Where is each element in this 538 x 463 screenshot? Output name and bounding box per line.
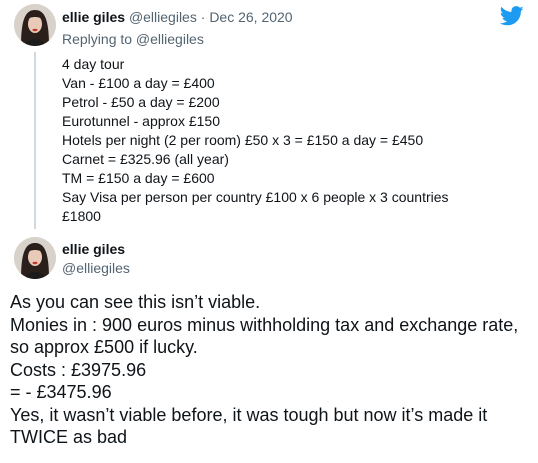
tweet-line: Costs : £3975.96 bbox=[10, 359, 147, 380]
tweet-line: Hotels per night (2 per room) £50 x 3 = … bbox=[62, 132, 424, 148]
author-name[interactable]: ellie giles bbox=[62, 9, 125, 25]
tweet-date[interactable]: Dec 26, 2020 bbox=[209, 9, 292, 25]
main-tweet-text: As you can see this isn’t viable. Monies… bbox=[10, 291, 530, 449]
thread-connector-line bbox=[34, 52, 36, 229]
author-name[interactable]: ellie giles bbox=[62, 240, 125, 258]
tweet-line: Monies in : 900 euros minus withholding … bbox=[10, 314, 519, 358]
tweet-line: As you can see this isn’t viable. bbox=[10, 292, 261, 312]
tweet-line: = - £3475.96 bbox=[10, 382, 112, 402]
tweet-line: 4 day tour bbox=[62, 56, 125, 72]
author-handle[interactable]: @elliegiles bbox=[129, 9, 197, 25]
reply-tweet-header: ellie giles @elliegiles · Dec 26, 2020 bbox=[62, 8, 293, 26]
tweet-line: Say Visa per person per country £100 x 6… bbox=[62, 189, 449, 205]
tweet-line: Eurotunnel - approx £150 bbox=[62, 113, 220, 129]
separator-dot: · bbox=[200, 9, 206, 25]
avatar[interactable] bbox=[14, 4, 56, 46]
reply-tweet-text: 4 day tour Van - £100 a day = £400 Petro… bbox=[62, 55, 502, 226]
twitter-bird-icon[interactable] bbox=[500, 6, 524, 26]
tweet-line: TM = £150 a day = £600 bbox=[62, 170, 215, 186]
tweet-line: Van - £100 a day = £400 bbox=[62, 75, 215, 91]
tweet-line: Carnet = £325.96 (all year) bbox=[62, 151, 229, 167]
tweet-line: £1800 bbox=[62, 208, 101, 224]
tweet-line: Petrol - £50 a day = £200 bbox=[62, 94, 220, 110]
avatar[interactable] bbox=[14, 237, 56, 279]
author-handle[interactable]: @elliegiles bbox=[62, 259, 130, 277]
replying-to-label[interactable]: Replying to @elliegiles bbox=[62, 30, 204, 48]
tweet-line: Yes, it wasn’t viable before, it was tou… bbox=[10, 404, 488, 448]
